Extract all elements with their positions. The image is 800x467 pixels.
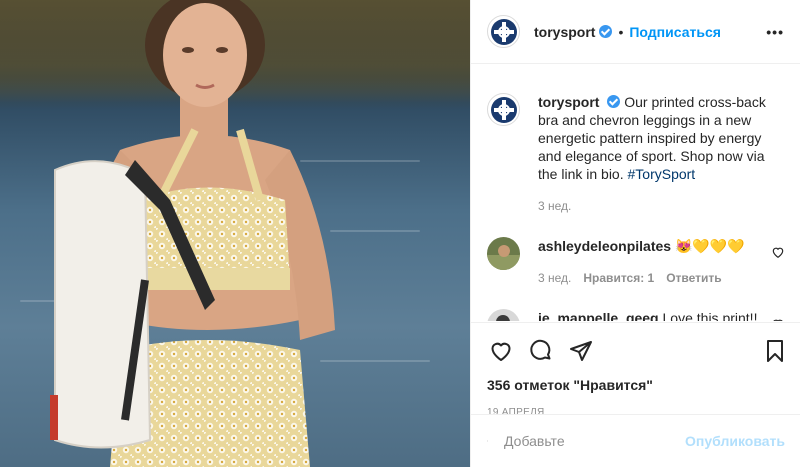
verified-icon [607,95,621,108]
post-actions: 356 отметок "Нравится" 19 АПРЕЛЯ [471,322,800,418]
follow-button[interactable]: Подписаться [629,24,721,40]
caption-avatar[interactable] [487,93,520,126]
comment-timestamp[interactable]: 3 нед. [538,269,571,287]
comments-list[interactable]: torysport Our printed cross-back bra and… [471,65,800,321]
comment-icon[interactable] [527,337,555,365]
comment-text: Love this print!! [662,310,758,321]
caption-timestamp[interactable]: 3 нед. [538,197,773,215]
action-icons [487,331,789,371]
tory-logo-icon [490,96,517,123]
post-header: torysport • Подписаться ••• [471,0,800,64]
post-details-panel: torysport • Подписаться ••• torysport Ou… [470,0,800,467]
verified-icon [599,25,613,38]
reply-button[interactable]: Ответить [666,269,721,287]
profile-avatar[interactable] [487,15,520,48]
post-image[interactable] [0,0,470,467]
comment-item: je_mappelle_geeg Love this print!! [487,309,785,321]
caption-hashtag-link[interactable]: #TorySport [628,166,696,182]
comment-meta: 3 нед. Нравится: 1 Ответить [538,269,773,287]
tory-logo-icon [490,18,517,45]
separator-dot: • [618,23,624,40]
comment-like-heart-icon[interactable] [771,317,785,321]
more-icon[interactable]: ••• [766,24,784,40]
commenter-avatar[interactable] [487,237,520,270]
header-username[interactable]: torysport [534,24,595,40]
comment-username[interactable]: ashleydeleonpilates [538,238,671,254]
comment-like-heart-icon[interactable] [771,245,785,259]
commenter-avatar[interactable] [487,309,520,321]
model-illustration [50,0,335,467]
caption-username[interactable]: torysport [538,94,599,110]
emoji-icon[interactable] [487,429,488,453]
avatar [487,309,520,321]
add-comment-bar: Опубликовать [471,414,800,467]
heart-icon[interactable] [487,337,515,365]
likes-count[interactable]: 356 отметок "Нравится" [487,377,789,393]
comment-item: ashleydeleonpilates 😻💛💛💛 3 нед. Нравится… [487,237,785,287]
bookmark-icon[interactable] [761,337,789,365]
comment-text: 😻💛💛💛 [674,238,745,254]
share-icon[interactable] [567,337,595,365]
post-caption: torysport Our printed cross-back bra and… [487,93,785,215]
comment-input[interactable] [504,433,686,449]
comment-username[interactable]: je_mappelle_geeg [538,310,659,321]
avatar [487,237,520,270]
publish-button[interactable]: Опубликовать [685,433,785,449]
comment-likes-count[interactable]: Нравится: 1 [583,269,654,287]
